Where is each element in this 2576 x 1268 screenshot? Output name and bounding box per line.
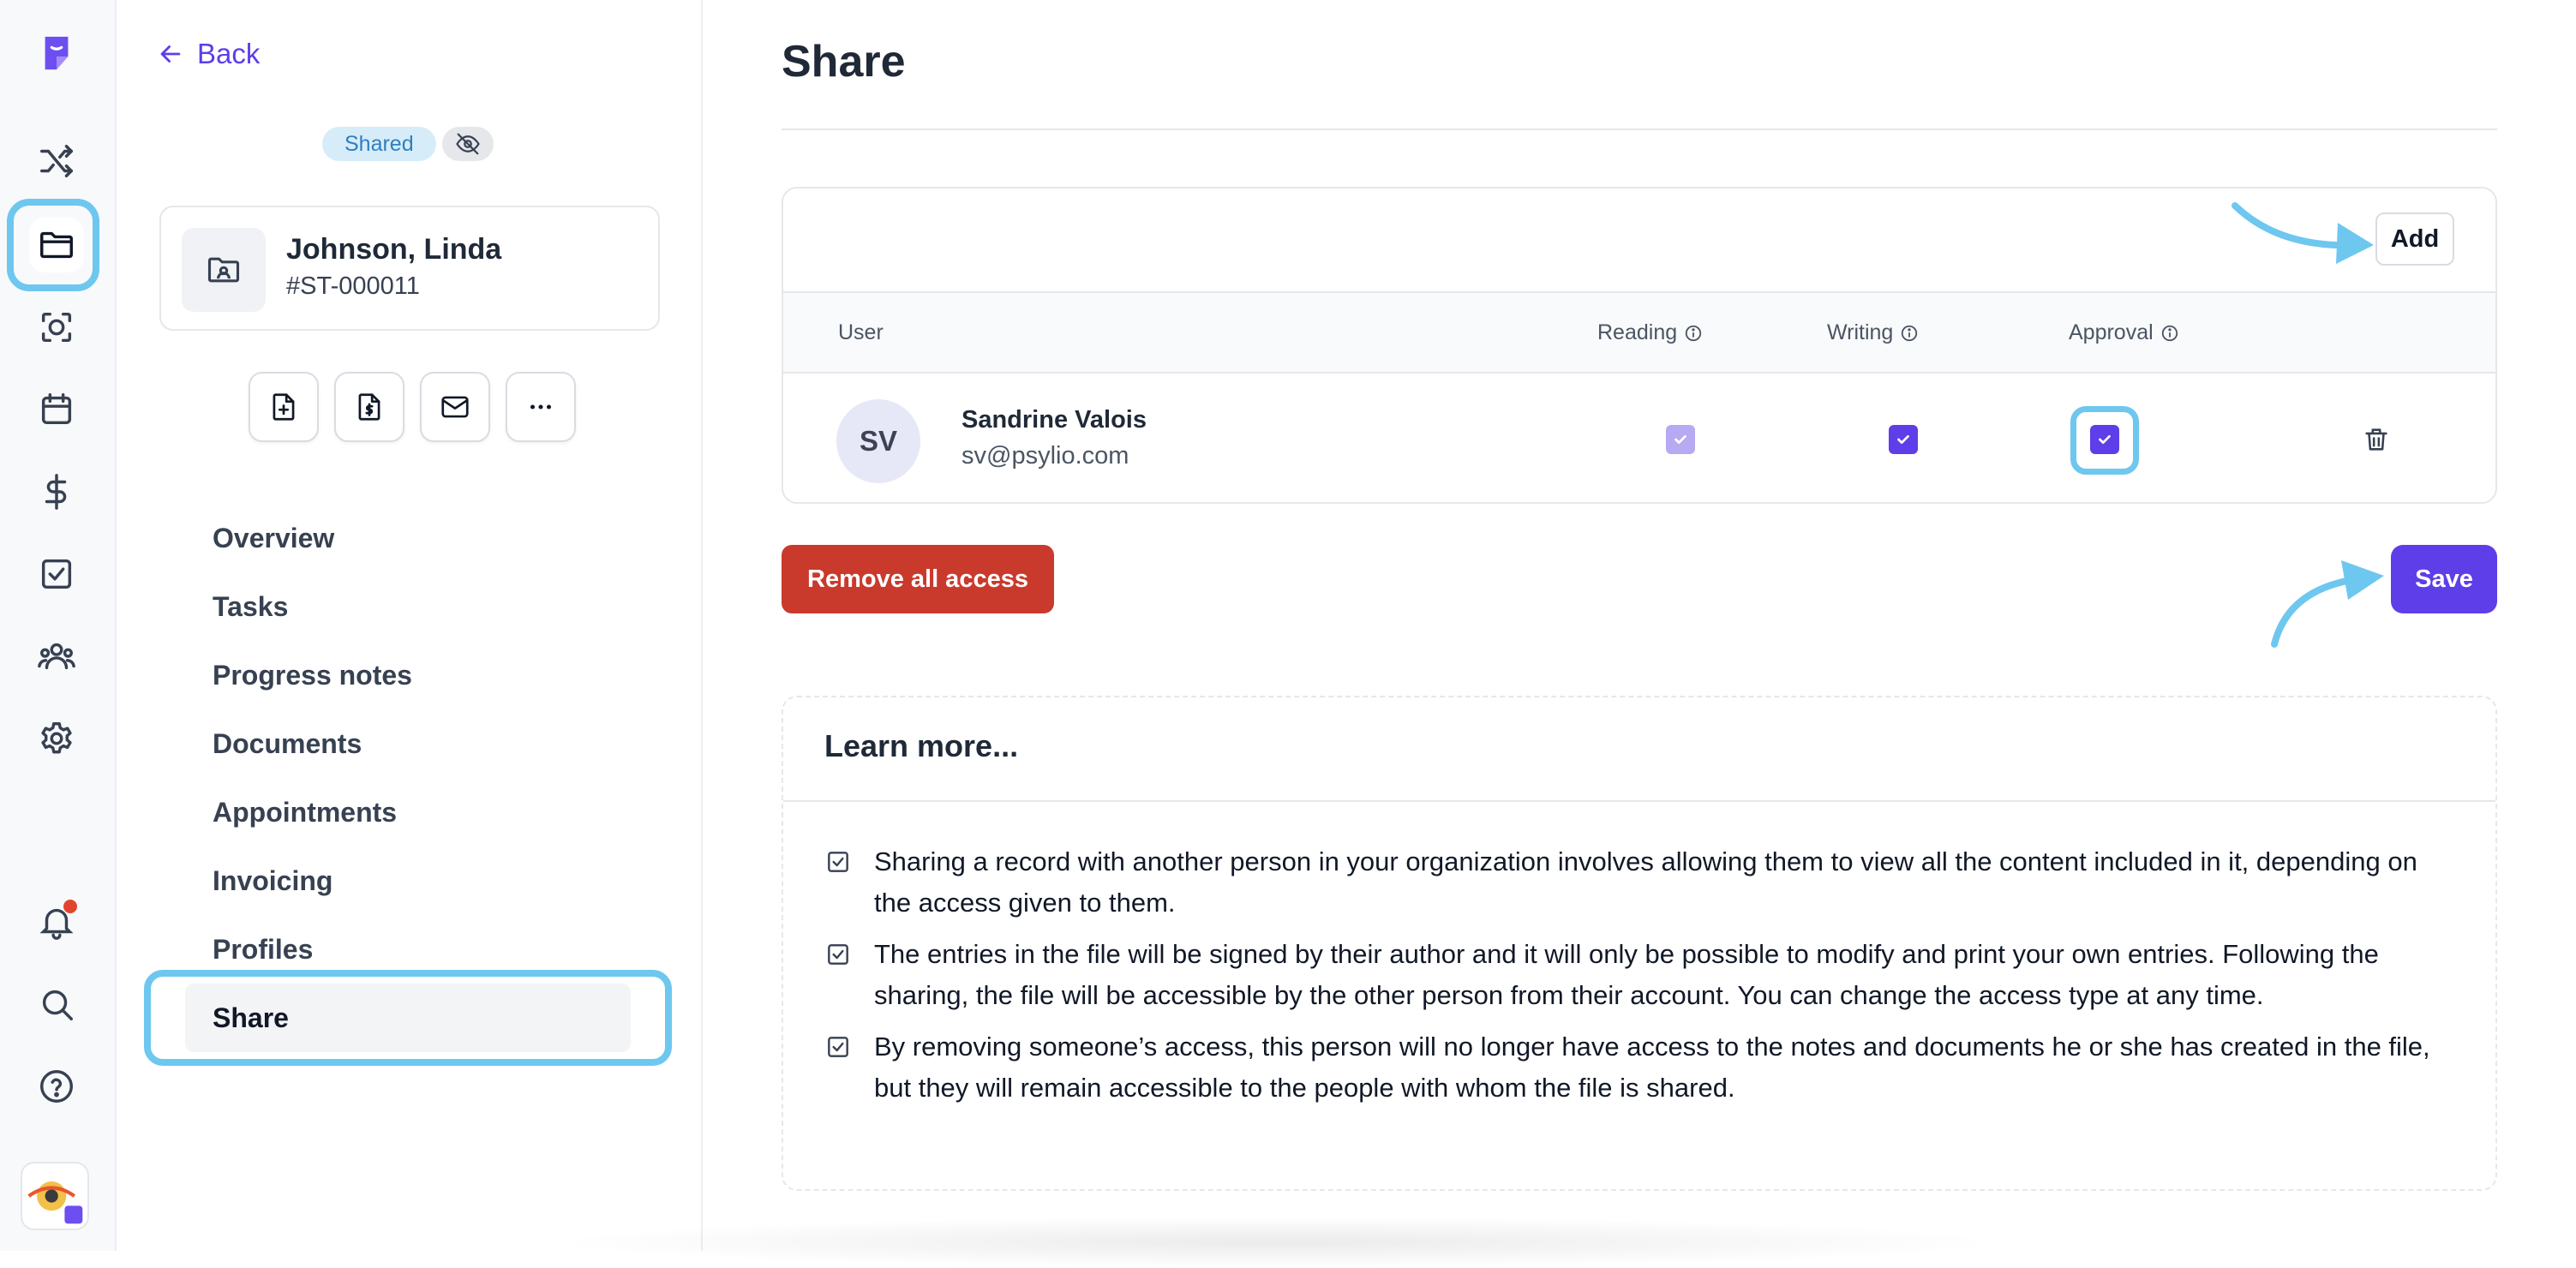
file-invoice-icon	[358, 393, 380, 421]
list-item: By removing someone’s access, this perso…	[824, 1026, 2453, 1109]
mail-icon	[441, 396, 469, 418]
column-reading: Reading	[1597, 320, 1703, 345]
annotation-arrow-add-icon	[2232, 202, 2374, 264]
info-icon[interactable]	[2160, 324, 2179, 343]
learn-more-panel: Learn more... Sharing a record with anot…	[782, 696, 2497, 1191]
record-actions	[249, 372, 576, 442]
list-item-text: By removing someone’s access, this perso…	[874, 1032, 2430, 1103]
info-icon[interactable]	[1900, 324, 1919, 343]
client-card: Johnson, Linda #ST-000011	[159, 206, 660, 331]
search-icon[interactable]	[29, 977, 84, 1032]
bell-icon[interactable]	[29, 894, 84, 949]
learn-more-title: Learn more...	[824, 728, 1019, 763]
eye-off-icon	[456, 133, 480, 155]
shared-badge: Shared	[322, 127, 436, 161]
column-approval: Approval	[2069, 320, 2179, 345]
writing-checkbox[interactable]	[1889, 425, 1918, 454]
highlight-folder	[7, 199, 99, 291]
help-icon[interactable]	[29, 1059, 84, 1114]
nav-item-documents[interactable]: Documents	[185, 709, 631, 778]
nav-item-overview[interactable]: Overview	[185, 504, 631, 572]
column-user: User	[838, 320, 884, 344]
new-invoice-button[interactable]	[334, 372, 404, 442]
list-item-text: The entries in the file will be signed b…	[874, 939, 2379, 1010]
learn-divider	[783, 800, 2495, 802]
title-divider	[782, 129, 2497, 130]
annotation-arrow-save-icon	[2271, 560, 2384, 648]
add-user-button[interactable]: Add	[2375, 212, 2454, 266]
remove-all-access-button[interactable]: Remove all access	[782, 545, 1054, 613]
nav-item-tasks[interactable]: Tasks	[185, 572, 631, 641]
dollar-icon[interactable]	[29, 464, 84, 519]
more-icon	[530, 404, 552, 410]
list-item: The entries in the file will be signed b…	[824, 934, 2453, 1016]
hidden-badge	[442, 127, 494, 161]
table-header: User Reading Writing Approval	[783, 291, 2495, 374]
learn-list: Sharing a record with another person in …	[824, 841, 2453, 1119]
file-plus-icon	[273, 393, 295, 421]
highlight-approval	[2070, 406, 2139, 475]
checkbox-icon[interactable]	[29, 547, 84, 601]
checkbox-icon	[828, 1037, 848, 1057]
user-email: sv@psylio.com	[962, 442, 1129, 470]
page-title: Share	[782, 37, 906, 87]
bottom-shadow	[548, 1217, 2005, 1268]
client-name: Johnson, Linda	[286, 233, 502, 266]
save-button[interactable]: Save	[2391, 545, 2497, 613]
nav-item-appointments[interactable]: Appointments	[185, 778, 631, 846]
list-item-text: Sharing a record with another person in …	[874, 846, 2417, 918]
more-actions-button[interactable]	[506, 372, 576, 442]
client-id: #ST-000011	[286, 272, 420, 300]
list-item: Sharing a record with another person in …	[824, 841, 2453, 924]
checkbox-icon	[828, 944, 848, 965]
avatar: SV	[836, 399, 920, 483]
reading-checkbox[interactable]	[1666, 425, 1695, 454]
user-name: Sandrine Valois	[962, 406, 1147, 434]
trash-icon[interactable]	[2362, 425, 2391, 454]
users-icon[interactable]	[29, 629, 84, 684]
user-avatar[interactable]	[21, 1162, 89, 1230]
shuffle-icon[interactable]	[29, 134, 84, 188]
client-folder-icon	[182, 228, 266, 312]
calendar-icon[interactable]	[29, 382, 84, 437]
scan-face-icon[interactable]	[29, 300, 84, 355]
app-logo-icon[interactable]	[29, 26, 84, 81]
gear-icon[interactable]	[29, 711, 84, 766]
highlight-share	[144, 970, 672, 1066]
notification-dot	[63, 900, 77, 913]
back-link[interactable]: Back	[156, 38, 260, 70]
send-email-button[interactable]	[420, 372, 490, 442]
check-icon	[1897, 434, 1909, 445]
checkbox-icon	[828, 852, 848, 872]
check-icon	[1674, 434, 1686, 445]
column-writing: Writing	[1827, 320, 1919, 345]
info-icon[interactable]	[1684, 324, 1703, 343]
nav-item-invoicing[interactable]: Invoicing	[185, 846, 631, 915]
icon-rail	[0, 0, 117, 1251]
new-document-button[interactable]	[249, 372, 319, 442]
nav-item-progress-notes[interactable]: Progress notes	[185, 641, 631, 709]
arrow-left-icon	[160, 45, 181, 63]
back-label: Back	[197, 38, 261, 69]
